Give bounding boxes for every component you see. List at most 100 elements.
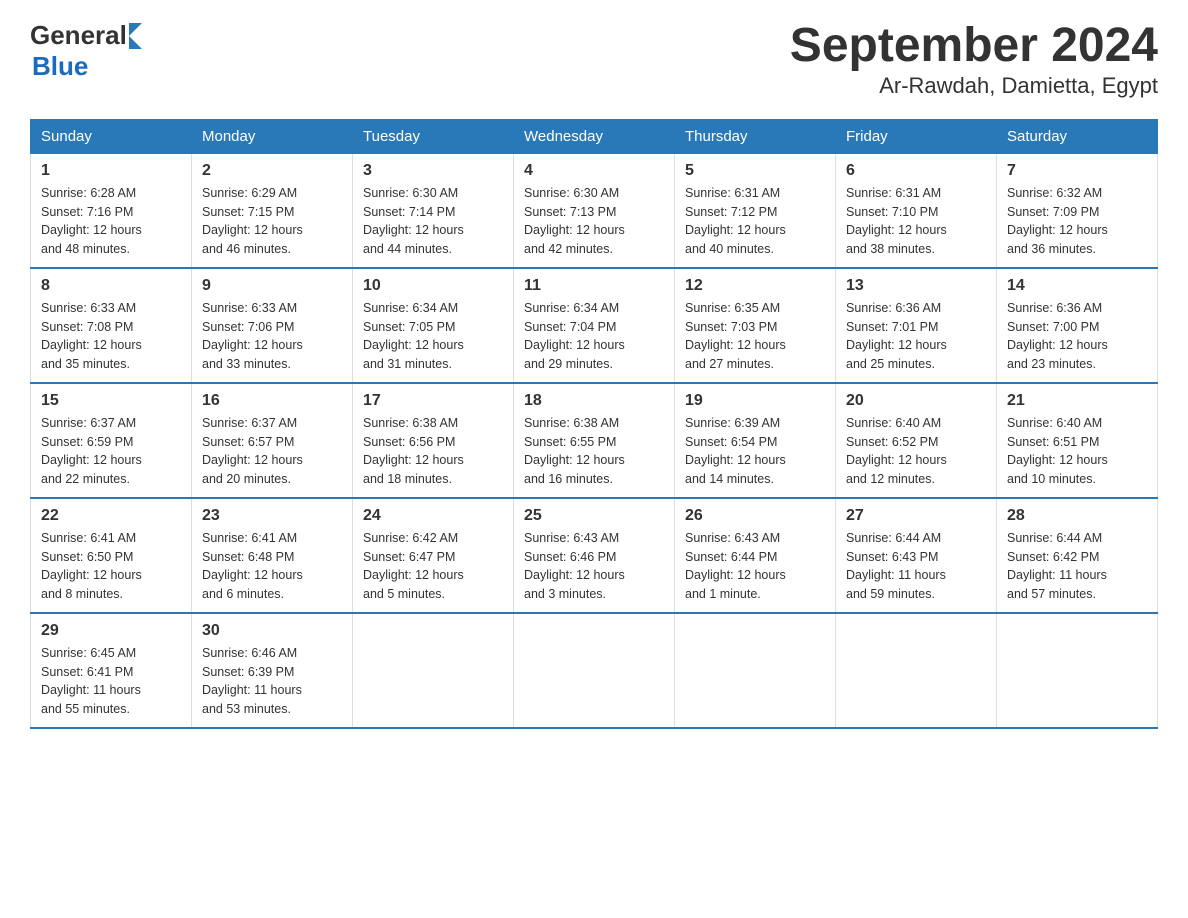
- logo: General Blue: [30, 20, 142, 82]
- day-info: Sunrise: 6:30 AMSunset: 7:13 PMDaylight:…: [524, 184, 664, 259]
- day-info: Sunrise: 6:33 AMSunset: 7:06 PMDaylight:…: [202, 299, 342, 374]
- day-number: 26: [685, 507, 825, 525]
- day-info: Sunrise: 6:43 AMSunset: 6:44 PMDaylight:…: [685, 529, 825, 604]
- day-info: Sunrise: 6:34 AMSunset: 7:04 PMDaylight:…: [524, 299, 664, 374]
- day-number: 23: [202, 507, 342, 525]
- calendar-cell: 29 Sunrise: 6:45 AMSunset: 6:41 PMDayligh…: [31, 613, 192, 728]
- calendar-cell: 24 Sunrise: 6:42 AMSunset: 6:47 PMDayligh…: [353, 498, 514, 613]
- day-number: 11: [524, 277, 664, 295]
- day-info: Sunrise: 6:34 AMSunset: 7:05 PMDaylight:…: [363, 299, 503, 374]
- day-number: 17: [363, 392, 503, 410]
- header-friday: Friday: [836, 119, 997, 153]
- calendar-cell: 22 Sunrise: 6:41 AMSunset: 6:50 PMDayligh…: [31, 498, 192, 613]
- day-info: Sunrise: 6:36 AMSunset: 7:00 PMDaylight:…: [1007, 299, 1147, 374]
- header-thursday: Thursday: [675, 119, 836, 153]
- day-number: 21: [1007, 392, 1147, 410]
- day-info: Sunrise: 6:30 AMSunset: 7:14 PMDaylight:…: [363, 184, 503, 259]
- day-info: Sunrise: 6:28 AMSunset: 7:16 PMDaylight:…: [41, 184, 181, 259]
- day-number: 16: [202, 392, 342, 410]
- day-number: 9: [202, 277, 342, 295]
- day-info: Sunrise: 6:31 AMSunset: 7:12 PMDaylight:…: [685, 184, 825, 259]
- calendar-cell: 11 Sunrise: 6:34 AMSunset: 7:04 PMDayligh…: [514, 268, 675, 383]
- day-info: Sunrise: 6:41 AMSunset: 6:50 PMDaylight:…: [41, 529, 181, 604]
- day-info: Sunrise: 6:45 AMSunset: 6:41 PMDaylight:…: [41, 644, 181, 719]
- calendar-cell: 17 Sunrise: 6:38 AMSunset: 6:56 PMDayligh…: [353, 383, 514, 498]
- day-info: Sunrise: 6:37 AMSunset: 6:59 PMDaylight:…: [41, 414, 181, 489]
- calendar-cell: 18Sunrise: 6:38 AMSunset: 6:55 PMDayligh…: [514, 383, 675, 498]
- day-number: 2: [202, 162, 342, 180]
- calendar-cell: 30 Sunrise: 6:46 AMSunset: 6:39 PMDayligh…: [192, 613, 353, 728]
- header-sunday: Sunday: [31, 119, 192, 153]
- day-number: 3: [363, 162, 503, 180]
- calendar-cell: 12 Sunrise: 6:35 AMSunset: 7:03 PMDayligh…: [675, 268, 836, 383]
- day-info: Sunrise: 6:40 AMSunset: 6:52 PMDaylight:…: [846, 414, 986, 489]
- calendar-cell: 6 Sunrise: 6:31 AMSunset: 7:10 PMDaylight…: [836, 153, 997, 268]
- header-saturday: Saturday: [997, 119, 1158, 153]
- calendar-cell: 15 Sunrise: 6:37 AMSunset: 6:59 PMDayligh…: [31, 383, 192, 498]
- day-number: 7: [1007, 162, 1147, 180]
- day-info: Sunrise: 6:31 AMSunset: 7:10 PMDaylight:…: [846, 184, 986, 259]
- day-info: Sunrise: 6:37 AMSunset: 6:57 PMDaylight:…: [202, 414, 342, 489]
- calendar-cell: 7 Sunrise: 6:32 AMSunset: 7:09 PMDaylight…: [997, 153, 1158, 268]
- day-info: Sunrise: 6:39 AMSunset: 6:54 PMDaylight:…: [685, 414, 825, 489]
- header-monday: Monday: [192, 119, 353, 153]
- day-number: 6: [846, 162, 986, 180]
- day-info: Sunrise: 6:41 AMSunset: 6:48 PMDaylight:…: [202, 529, 342, 604]
- calendar-cell: [675, 613, 836, 728]
- day-info: Sunrise: 6:44 AMSunset: 6:42 PMDaylight:…: [1007, 529, 1147, 604]
- calendar-week-row: 15 Sunrise: 6:37 AMSunset: 6:59 PMDayligh…: [31, 383, 1158, 498]
- day-number: 28: [1007, 507, 1147, 525]
- calendar-cell: 8 Sunrise: 6:33 AMSunset: 7:08 PMDaylight…: [31, 268, 192, 383]
- day-number: 20: [846, 392, 986, 410]
- calendar-cell: [514, 613, 675, 728]
- day-info: Sunrise: 6:35 AMSunset: 7:03 PMDaylight:…: [685, 299, 825, 374]
- calendar-cell: 26 Sunrise: 6:43 AMSunset: 6:44 PMDayligh…: [675, 498, 836, 613]
- calendar-cell: [353, 613, 514, 728]
- day-number: 18: [524, 392, 664, 410]
- day-info: Sunrise: 6:36 AMSunset: 7:01 PMDaylight:…: [846, 299, 986, 374]
- calendar-week-row: 22 Sunrise: 6:41 AMSunset: 6:50 PMDayligh…: [31, 498, 1158, 613]
- day-number: 12: [685, 277, 825, 295]
- day-info: Sunrise: 6:38 AMSunset: 6:56 PMDaylight:…: [363, 414, 503, 489]
- day-info: Sunrise: 6:46 AMSunset: 6:39 PMDaylight:…: [202, 644, 342, 719]
- day-number: 8: [41, 277, 181, 295]
- day-info: Sunrise: 6:33 AMSunset: 7:08 PMDaylight:…: [41, 299, 181, 374]
- calendar-cell: 21Sunrise: 6:40 AMSunset: 6:51 PMDayligh…: [997, 383, 1158, 498]
- calendar-cell: 10 Sunrise: 6:34 AMSunset: 7:05 PMDayligh…: [353, 268, 514, 383]
- day-info: Sunrise: 6:29 AMSunset: 7:15 PMDaylight:…: [202, 184, 342, 259]
- calendar-cell: 19 Sunrise: 6:39 AMSunset: 6:54 PMDayligh…: [675, 383, 836, 498]
- calendar-week-row: 29 Sunrise: 6:45 AMSunset: 6:41 PMDayligh…: [31, 613, 1158, 728]
- header-wednesday: Wednesday: [514, 119, 675, 153]
- calendar-cell: 13Sunrise: 6:36 AMSunset: 7:01 PMDayligh…: [836, 268, 997, 383]
- calendar-header-row: SundayMondayTuesdayWednesdayThursdayFrid…: [31, 119, 1158, 153]
- day-number: 1: [41, 162, 181, 180]
- day-number: 27: [846, 507, 986, 525]
- day-number: 15: [41, 392, 181, 410]
- day-number: 19: [685, 392, 825, 410]
- day-number: 25: [524, 507, 664, 525]
- day-number: 29: [41, 622, 181, 640]
- day-info: Sunrise: 6:44 AMSunset: 6:43 PMDaylight:…: [846, 529, 986, 604]
- calendar-cell: 9 Sunrise: 6:33 AMSunset: 7:06 PMDaylight…: [192, 268, 353, 383]
- day-number: 5: [685, 162, 825, 180]
- day-number: 24: [363, 507, 503, 525]
- logo-general-text: General: [30, 20, 127, 51]
- day-number: 4: [524, 162, 664, 180]
- day-info: Sunrise: 6:43 AMSunset: 6:46 PMDaylight:…: [524, 529, 664, 604]
- day-number: 10: [363, 277, 503, 295]
- calendar-cell: 3 Sunrise: 6:30 AMSunset: 7:14 PMDaylight…: [353, 153, 514, 268]
- calendar-week-row: 8 Sunrise: 6:33 AMSunset: 7:08 PMDaylight…: [31, 268, 1158, 383]
- calendar-cell: 4 Sunrise: 6:30 AMSunset: 7:13 PMDaylight…: [514, 153, 675, 268]
- calendar-table: SundayMondayTuesdayWednesdayThursdayFrid…: [30, 119, 1158, 729]
- calendar-cell: 25 Sunrise: 6:43 AMSunset: 6:46 PMDayligh…: [514, 498, 675, 613]
- day-number: 22: [41, 507, 181, 525]
- page-title: September 2024: [790, 20, 1158, 73]
- calendar-cell: 2 Sunrise: 6:29 AMSunset: 7:15 PMDaylight…: [192, 153, 353, 268]
- calendar-cell: 16 Sunrise: 6:37 AMSunset: 6:57 PMDayligh…: [192, 383, 353, 498]
- calendar-cell: 5 Sunrise: 6:31 AMSunset: 7:12 PMDaylight…: [675, 153, 836, 268]
- logo-blue-text: Blue: [32, 51, 88, 82]
- day-info: Sunrise: 6:42 AMSunset: 6:47 PMDaylight:…: [363, 529, 503, 604]
- day-info: Sunrise: 6:32 AMSunset: 7:09 PMDaylight:…: [1007, 184, 1147, 259]
- day-number: 30: [202, 622, 342, 640]
- calendar-cell: 20 Sunrise: 6:40 AMSunset: 6:52 PMDayligh…: [836, 383, 997, 498]
